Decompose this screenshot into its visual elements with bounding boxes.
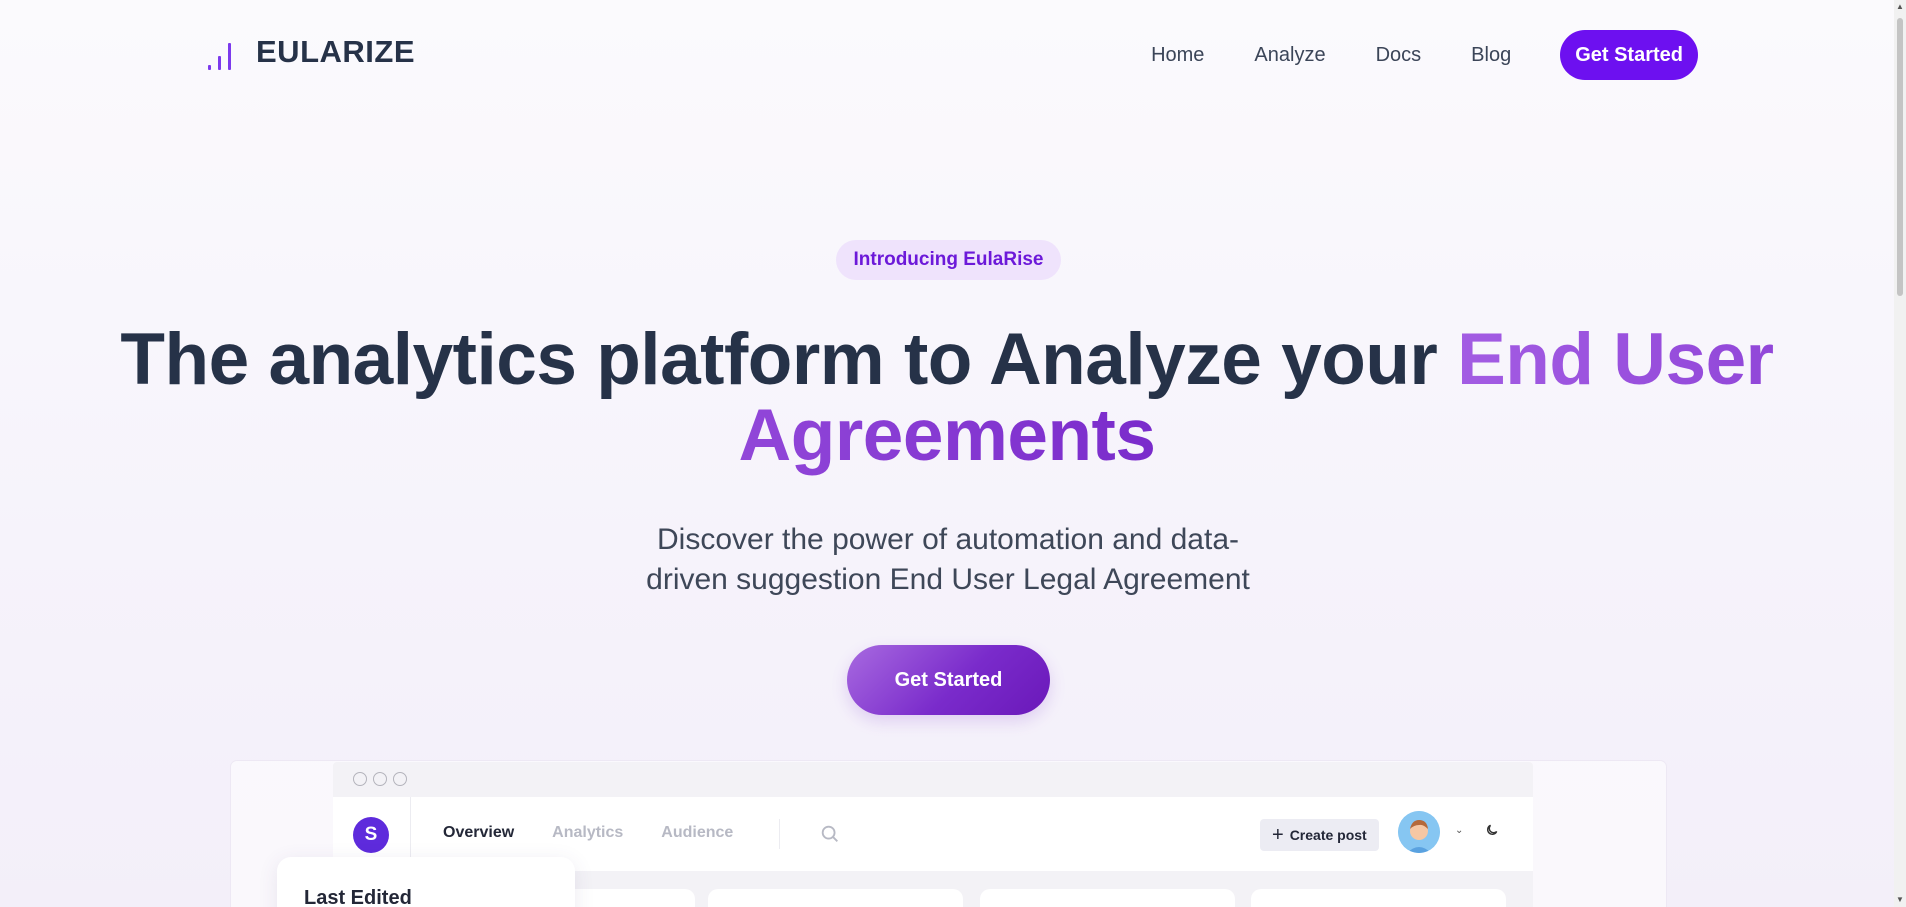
headline-plain: The analytics platform to Analyze your [120, 319, 1458, 400]
nav-link-docs[interactable]: Docs [1376, 44, 1422, 67]
workspace-avatar[interactable]: S [353, 817, 389, 853]
stat-card [708, 889, 963, 907]
window-controls [353, 772, 407, 786]
last-edited-card: Last Edited [277, 857, 575, 907]
tab-audience[interactable]: Audience [661, 824, 733, 842]
create-post-label: Create post [1289, 827, 1367, 843]
tab-analytics[interactable]: Analytics [552, 824, 623, 842]
brand-logo[interactable]: EULARIZE [206, 34, 415, 70]
window-dot [373, 772, 387, 786]
tab-overview[interactable]: Overview [443, 824, 514, 842]
hero-headline: The analytics platform to Analyze your E… [0, 322, 1894, 474]
divider [779, 819, 780, 849]
moon-icon[interactable] [1485, 823, 1499, 837]
chevron-down-icon[interactable]: ⌄ [1455, 825, 1463, 836]
scroll-up-icon[interactable]: ▲ [1894, 0, 1906, 14]
preview-tabs: Overview Analytics Audience [443, 824, 733, 842]
scrollbar-thumb[interactable] [1897, 18, 1903, 296]
nav-get-started-button[interactable]: Get Started [1560, 30, 1698, 80]
bar-chart-icon [206, 34, 236, 70]
main-nav: Home Analyze Docs Blog Get Started [1151, 30, 1698, 80]
create-post-button[interactable]: + Create post [1260, 819, 1379, 851]
stat-card [980, 889, 1235, 907]
nav-link-analyze[interactable]: Analyze [1254, 44, 1325, 67]
hero-get-started-button[interactable]: Get Started [847, 645, 1050, 715]
nav-link-blog[interactable]: Blog [1471, 44, 1511, 67]
nav-link-home[interactable]: Home [1151, 44, 1204, 67]
user-avatar[interactable] [1398, 811, 1440, 853]
hero-subtitle: Discover the power of automation and dat… [646, 523, 1250, 596]
stat-card [1251, 889, 1506, 907]
search-icon[interactable] [819, 823, 841, 845]
page-scrollbar[interactable]: ▲ ▼ [1894, 0, 1906, 907]
plus-icon: + [1272, 824, 1284, 846]
last-edited-title: Last Edited [304, 887, 412, 907]
scroll-down-icon[interactable]: ▼ [1894, 893, 1906, 907]
window-dot [353, 772, 367, 786]
brand-name: EULARIZE [256, 34, 415, 69]
window-dot [393, 772, 407, 786]
intro-badge: Introducing EulaRise [836, 240, 1061, 280]
